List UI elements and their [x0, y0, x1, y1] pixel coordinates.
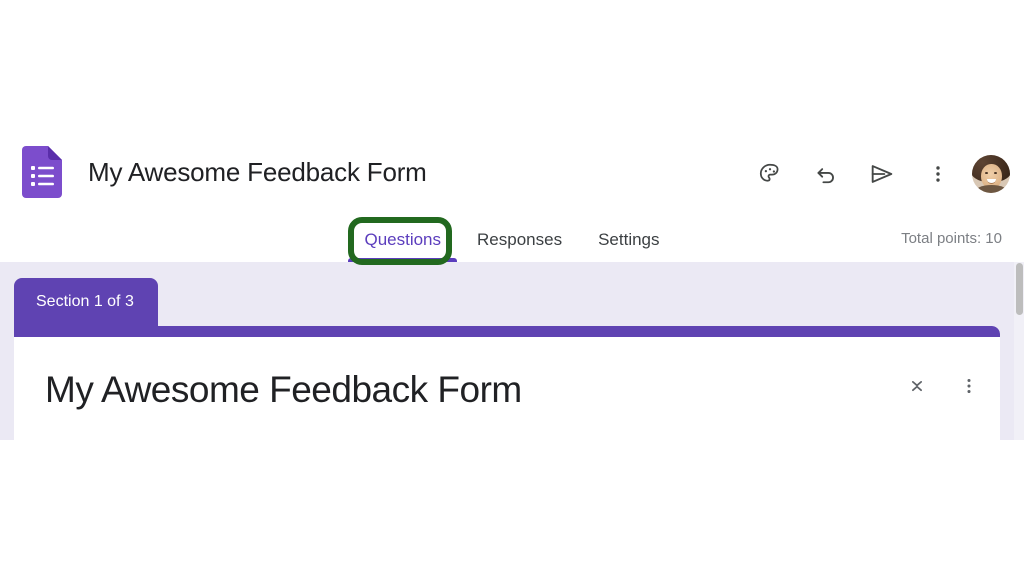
- section-indicator[interactable]: Section 1 of 3: [14, 278, 158, 326]
- send-icon[interactable]: [854, 146, 910, 202]
- total-points-label: Total points: 10: [901, 230, 1002, 247]
- google-forms-icon[interactable]: [22, 146, 62, 198]
- avatar-eye-left: [985, 172, 988, 174]
- form-title-text[interactable]: My Awesome Feedback Form: [45, 366, 522, 414]
- app-header: My Awesome Feedback Form: [0, 130, 1024, 218]
- card-actions: [900, 369, 986, 403]
- document-title[interactable]: My Awesome Feedback Form: [88, 154, 427, 190]
- avatar-eye-right: [994, 172, 997, 174]
- tab-questions[interactable]: Questions: [346, 218, 459, 262]
- header-actions: [742, 146, 1024, 202]
- vertical-scrollbar[interactable]: [1014, 262, 1024, 440]
- editor-tab-row: Questions Responses Settings Total point…: [0, 218, 1024, 262]
- collapse-icon[interactable]: [900, 369, 934, 403]
- tab-responses[interactable]: Responses: [459, 218, 580, 262]
- form-editor-body: Section 1 of 3 My Awesome Feedback Form: [0, 262, 1024, 440]
- more-vert-icon[interactable]: [910, 146, 966, 202]
- card-accent-bar: [14, 326, 1000, 337]
- form-title-card[interactable]: My Awesome Feedback Form: [14, 326, 1000, 440]
- more-vert-icon[interactable]: [952, 369, 986, 403]
- tab-settings[interactable]: Settings: [580, 218, 677, 262]
- scrollbar-thumb[interactable]: [1016, 263, 1023, 315]
- undo-icon[interactable]: [798, 146, 854, 202]
- palette-icon[interactable]: [742, 146, 798, 202]
- google-forms-editor: My Awesome Feedback Form Questions Respo…: [0, 0, 1024, 440]
- editor-tabs: Questions Responses Settings: [0, 218, 1024, 262]
- avatar[interactable]: [972, 155, 1010, 193]
- avatar-shoulder: [975, 185, 1008, 193]
